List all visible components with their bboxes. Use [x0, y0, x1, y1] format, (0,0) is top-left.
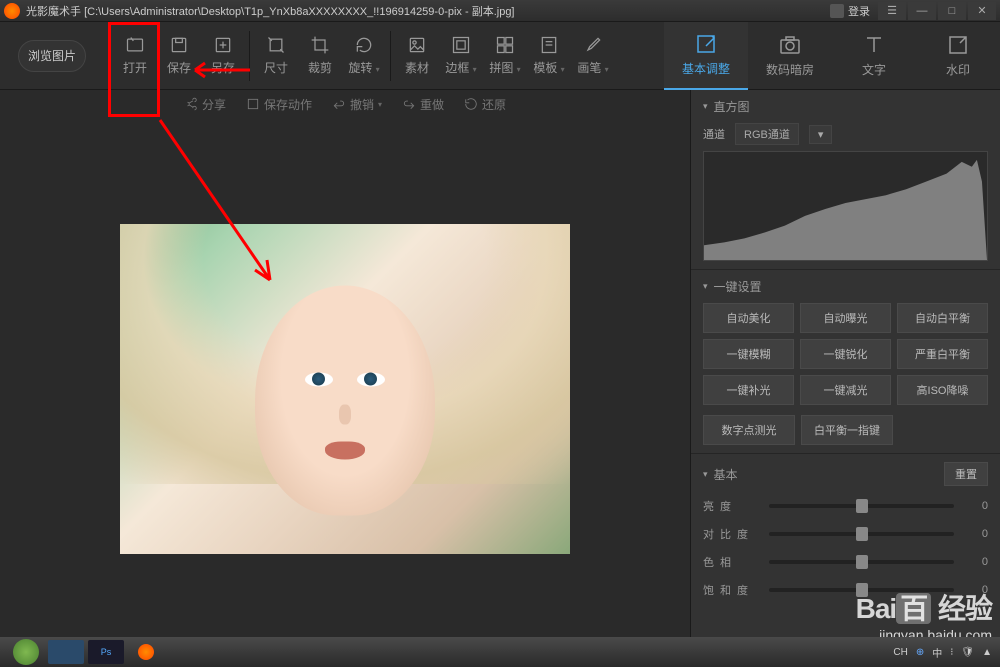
action-bar: 分享 保存动作 撤销 ▾ 重做 还原 — [0, 90, 690, 118]
hue-label: 色相 — [703, 554, 759, 570]
basic-section: 基本 重置 亮度 0 对比度 0 色相 0 饱和度 0 — [691, 454, 1000, 606]
start-button[interactable] — [8, 640, 44, 664]
tab-text[interactable]: 文字 — [832, 22, 916, 90]
brightness-label: 亮度 — [703, 498, 759, 514]
minimize-button[interactable]: — — [908, 2, 936, 20]
browse-button[interactable]: 浏览图片 — [18, 40, 86, 72]
taskbar-app-1[interactable] — [48, 640, 84, 664]
hue-slider-row: 色相 0 — [703, 554, 988, 570]
fill-light-button[interactable]: 一键补光 — [703, 375, 794, 405]
severe-wb-button[interactable]: 严重白平衡 — [897, 339, 988, 369]
open-icon — [125, 35, 145, 55]
saturation-slider[interactable] — [769, 588, 954, 592]
frame-icon — [451, 35, 471, 55]
brush-icon — [583, 35, 603, 55]
brightness-value: 0 — [964, 500, 988, 512]
one-click-section: 一键设置 自动美化 自动曝光 自动白平衡 一键模糊 一键锐化 严重白平衡 一键补… — [691, 270, 1000, 454]
channel-label: 通道 — [703, 126, 725, 142]
toolbar: 浏览图片 打开 保存 另存 尺寸 裁剪 旋转 ▾ 素材 边框 ▾ 拼图 ▾ 模板… — [0, 22, 1000, 90]
share-button[interactable]: 分享 — [184, 96, 226, 113]
size-icon — [266, 35, 286, 55]
rotate-icon — [354, 35, 374, 55]
open-button[interactable]: 打开 — [113, 28, 157, 84]
taskbar: Ps CH ⊕ 中 ⁝ 🛡 ▲ — [0, 637, 1000, 667]
frame-button[interactable]: 边框 ▾ — [439, 28, 483, 84]
taskbar-app-3[interactable] — [128, 640, 164, 664]
contrast-value: 0 — [964, 528, 988, 540]
contrast-label: 对比度 — [703, 526, 759, 542]
rotate-button[interactable]: 旋转 ▾ — [342, 28, 386, 84]
redo-button[interactable]: 重做 — [402, 96, 444, 113]
tab-watermark[interactable]: 水印 — [916, 22, 1000, 90]
app-name: 光影魔术手 — [26, 6, 81, 18]
reduce-light-button[interactable]: 一键减光 — [800, 375, 891, 405]
wb-one-key-button[interactable]: 白平衡一指键 — [801, 415, 893, 445]
template-button[interactable]: 模板 ▾ — [527, 28, 571, 84]
reset-button[interactable]: 重置 — [944, 462, 988, 486]
tab-darkroom[interactable]: 数码暗房 — [748, 22, 832, 90]
file-path: [C:\Users\Administrator\Desktop\T1p_YnXb… — [84, 6, 514, 18]
iso-noise-button[interactable]: 高ISO降噪 — [897, 375, 988, 405]
collage-button[interactable]: 拼图 ▾ — [483, 28, 527, 84]
hue-slider[interactable] — [769, 560, 954, 564]
auto-wb-button[interactable]: 自动白平衡 — [897, 303, 988, 333]
channel-select[interactable]: RGB通道 — [735, 123, 799, 145]
close-button[interactable]: ✕ — [968, 2, 996, 20]
histogram-section: 直方图 通道 RGB通道 ▾ — [691, 90, 1000, 270]
channel-dropdown[interactable]: ▾ — [809, 125, 833, 144]
histogram-chart — [703, 151, 988, 261]
saturation-value: 0 — [964, 584, 988, 596]
taskbar-app-ps[interactable]: Ps — [88, 640, 124, 664]
crop-button[interactable]: 裁剪 — [298, 28, 342, 84]
basic-adjust-icon — [694, 32, 718, 56]
system-tray[interactable]: CH ⊕ 中 ⁝ 🛡 ▲ — [893, 645, 992, 660]
material-icon — [407, 35, 427, 55]
login-icon — [830, 4, 844, 18]
crop-icon — [310, 35, 330, 55]
app-icon — [4, 3, 20, 19]
titlebar: 光影魔术手 [C:\Users\Administrator\Desktop\T1… — [0, 0, 1000, 22]
settings-window-button[interactable]: ☰ — [878, 2, 906, 20]
brightness-slider[interactable] — [769, 504, 954, 508]
save-action-button[interactable]: 保存动作 — [246, 96, 312, 113]
hue-value: 0 — [964, 556, 988, 568]
contrast-slider[interactable] — [769, 532, 954, 536]
tab-basic[interactable]: 基本调整 — [664, 22, 748, 90]
one-click-title[interactable]: 一键设置 — [703, 278, 988, 295]
sharpen-button[interactable]: 一键锐化 — [800, 339, 891, 369]
brush-button[interactable]: 画笔 ▾ — [571, 28, 615, 84]
canvas-area[interactable]: 分享 保存动作 撤销 ▾ 重做 还原 — [0, 90, 690, 637]
basic-title[interactable]: 基本 重置 — [703, 462, 988, 486]
save-button[interactable]: 保存 — [157, 28, 201, 84]
material-button[interactable]: 素材 — [395, 28, 439, 84]
auto-beautify-button[interactable]: 自动美化 — [703, 303, 794, 333]
login-button[interactable]: 登录 — [830, 3, 870, 19]
titlebar-text: 光影魔术手 [C:\Users\Administrator\Desktop\T1… — [26, 3, 830, 19]
auto-exposure-button[interactable]: 自动曝光 — [800, 303, 891, 333]
restore-button[interactable]: 还原 — [464, 96, 506, 113]
collage-icon — [495, 35, 515, 55]
saturation-label: 饱和度 — [703, 582, 759, 598]
save-icon — [169, 35, 189, 55]
save-as-button[interactable]: 另存 — [201, 28, 245, 84]
save-as-icon — [213, 35, 233, 55]
text-icon — [862, 33, 886, 57]
saturation-slider-row: 饱和度 0 — [703, 582, 988, 598]
template-icon — [539, 35, 559, 55]
watermark-icon — [946, 33, 970, 57]
undo-button[interactable]: 撤销 ▾ — [332, 96, 382, 113]
contrast-slider-row: 对比度 0 — [703, 526, 988, 542]
blur-button[interactable]: 一键模糊 — [703, 339, 794, 369]
maximize-button[interactable]: □ — [938, 2, 966, 20]
camera-icon — [778, 33, 802, 57]
canvas-image[interactable] — [120, 224, 570, 554]
spot-meter-button[interactable]: 数字点测光 — [703, 415, 795, 445]
histogram-title[interactable]: 直方图 — [703, 98, 988, 115]
brightness-slider-row: 亮度 0 — [703, 498, 988, 514]
side-panel: 直方图 通道 RGB通道 ▾ 一键设置 自动美化 自动曝光 自动白平衡 一键模糊… — [690, 90, 1000, 637]
size-button[interactable]: 尺寸 — [254, 28, 298, 84]
